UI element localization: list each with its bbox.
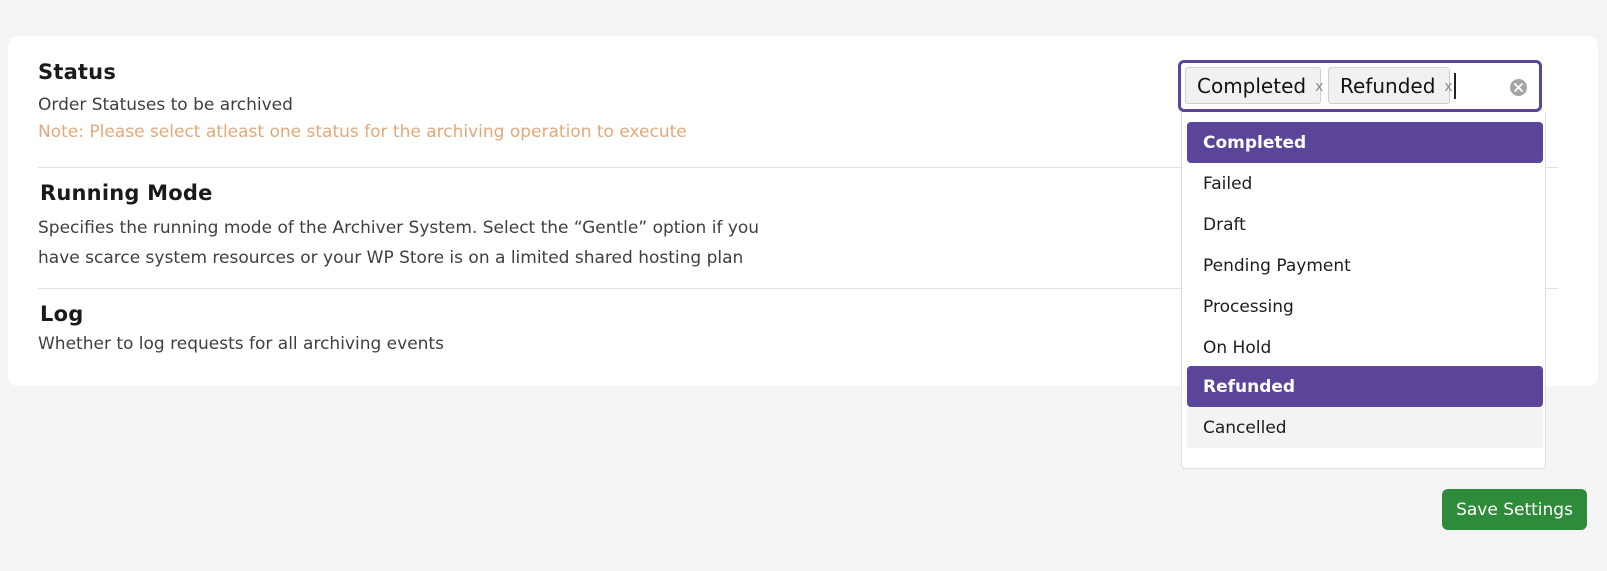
text-cursor[interactable] xyxy=(1454,73,1456,99)
option-pending-payment[interactable]: Pending Payment xyxy=(1187,245,1543,286)
chip-completed: Completed x xyxy=(1185,67,1323,104)
chip-refunded: Refunded x xyxy=(1328,67,1453,104)
clear-icon[interactable] xyxy=(1510,79,1527,96)
option-processing[interactable]: Processing xyxy=(1187,286,1543,327)
option-completed[interactable]: Completed xyxy=(1187,122,1543,163)
option-refunded[interactable]: Refunded xyxy=(1187,366,1543,407)
option-failed[interactable]: Failed xyxy=(1187,163,1543,204)
option-on-hold[interactable]: On Hold xyxy=(1187,327,1543,368)
chip-label: Refunded xyxy=(1340,73,1436,98)
chip-remove-icon[interactable]: x xyxy=(1315,80,1323,94)
option-draft[interactable]: Draft xyxy=(1187,204,1543,245)
chip-remove-icon[interactable]: x xyxy=(1444,80,1452,94)
chip-label: Completed xyxy=(1197,73,1307,98)
option-cancelled[interactable]: Cancelled xyxy=(1187,407,1543,448)
status-dropdown: Completed Failed Draft Pending Payment P… xyxy=(1181,112,1546,469)
status-multiselect[interactable]: Completed x Refunded x xyxy=(1178,60,1542,112)
save-settings-button[interactable]: Save Settings xyxy=(1442,489,1587,530)
